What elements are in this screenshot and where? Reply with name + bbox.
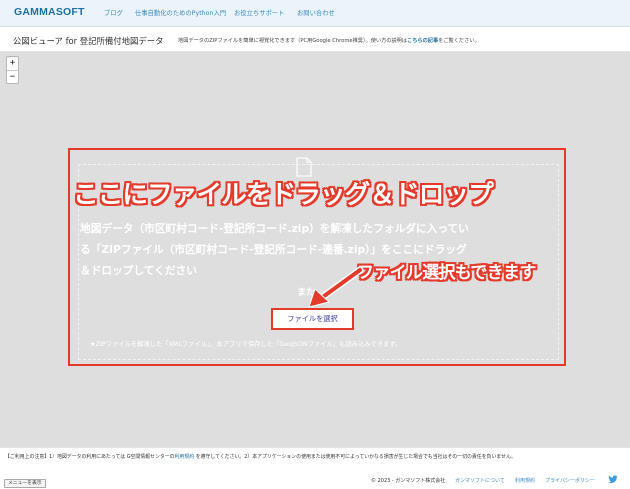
terms-link[interactable]: 利用規約 bbox=[175, 454, 195, 460]
annotation-arrow-icon bbox=[308, 266, 364, 308]
zoom-out-button[interactable]: − bbox=[7, 70, 18, 83]
zoom-in-button[interactable]: + bbox=[7, 57, 18, 70]
zoom-control: + − bbox=[6, 56, 19, 84]
navbar: GAMMASOFT ブログ 仕事自動化のためのPython入門 お役立ちサポート… bbox=[0, 0, 630, 27]
article-link[interactable]: こちらの記事 bbox=[407, 38, 438, 44]
footer: 【ご利用上の注意】1）地図データの利用にあたっては G空間情報センターの利用規約… bbox=[0, 447, 630, 489]
footer-link-about[interactable]: ガンマソフトについて bbox=[455, 477, 505, 484]
annotation-file-select: ファイル選択もできます bbox=[357, 263, 536, 283]
copyright: © 2023 - ガンマソフト株式会社 bbox=[371, 478, 446, 484]
page-description: 地図データのZIPファイルを簡単に視覚化できます（PC用Google Chrom… bbox=[178, 37, 480, 44]
description-text: 地図データのZIPファイルを簡単に視覚化できます（PC用Google Chrom… bbox=[178, 38, 408, 44]
notice-prefix: 【ご利用上の注意】1）地図データの利用にあたっては G空間情報センターの bbox=[5, 454, 175, 460]
show-menu-button[interactable]: メニューを表示 bbox=[4, 479, 46, 488]
footer-link-terms[interactable]: 利用規約 bbox=[515, 477, 535, 484]
footer-link-privacy[interactable]: プライバシーポリシー bbox=[545, 477, 595, 484]
nav-link-python[interactable]: 仕事自動化のためのPython入門 bbox=[135, 8, 226, 17]
nav-link-support[interactable]: お役立ちサポート bbox=[234, 8, 284, 17]
brand-logo[interactable]: GAMMASOFT bbox=[14, 6, 85, 18]
usage-notice: 【ご利用上の注意】1）地図データの利用にあたっては G空間情報センターの利用規約… bbox=[5, 453, 516, 460]
twitter-icon[interactable] bbox=[608, 475, 618, 484]
page-title: 公図ビューア for 登記所備付地図データ bbox=[13, 36, 164, 46]
annotation-drag-drop: ここにファイルをドラッグ＆ドロップ bbox=[73, 180, 494, 210]
notice-suffix: を遵守してください。2）本アプリケーションの使用または使用不可によっていかなる損… bbox=[194, 454, 516, 460]
description-suffix: をご覧ください。 bbox=[438, 38, 480, 44]
nav-link-blog[interactable]: ブログ bbox=[104, 8, 123, 17]
title-bar: 公図ビューア for 登記所備付地図データ 地図データのZIPファイルを簡単に視… bbox=[0, 27, 630, 52]
nav-link-contact[interactable]: お問い合わせ bbox=[297, 8, 335, 17]
